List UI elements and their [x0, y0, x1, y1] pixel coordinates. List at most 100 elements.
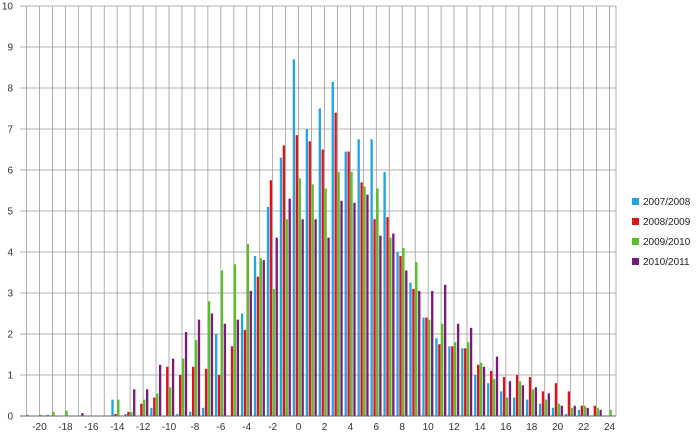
- bar-2008-2009-x-7: [204, 368, 208, 416]
- bar-2007-2008-x22: [577, 409, 581, 416]
- bar-2007-2008-x16: [500, 391, 503, 416]
- bar-2008-2009-x16: [502, 377, 506, 416]
- bar-2009-2010-x12: [454, 342, 457, 416]
- y-tick-label: 6: [7, 166, 13, 177]
- bar-2008-2009-x1: [308, 141, 311, 417]
- bar-2009-2010-x-13: [130, 411, 133, 416]
- bar-2010-2011-x8: [405, 270, 408, 416]
- bar-2010-2011-x-5: [236, 319, 240, 416]
- bar-2007-2008-x6: [370, 139, 373, 416]
- bar-2008-2009-x15: [490, 370, 493, 416]
- bar-2008-2009-x-3: [256, 276, 260, 416]
- x-tick-label: 24: [604, 422, 616, 433]
- bar-2007-2008-x14: [474, 375, 477, 416]
- bar-2007-2008-x-6: [215, 334, 218, 416]
- y-tick-label: 8: [7, 84, 13, 95]
- bar-2010-2011-x1: [314, 219, 317, 416]
- bar-2010-2011-x12: [456, 323, 460, 416]
- bar-2007-2008-x1: [305, 129, 309, 416]
- bar-2010-2011-x-13: [133, 389, 136, 416]
- legend-swatch: [632, 218, 639, 225]
- bar-2008-2009-x-11: [153, 397, 156, 416]
- bar-2007-2008-x13: [461, 348, 464, 416]
- bar-2010-2011-x11: [444, 284, 447, 416]
- bar-2009-2010-x11: [441, 323, 444, 416]
- x-tick-label: -12: [136, 422, 151, 433]
- bar-2008-2009-x23: [593, 405, 596, 416]
- bar-2008-2009-x21: [567, 391, 571, 416]
- bar-2008-2009-x3: [334, 112, 337, 416]
- bar-2008-2009-x0: [295, 135, 298, 416]
- bar-2008-2009-x19: [541, 391, 545, 416]
- y-tick-label: 1: [7, 371, 13, 382]
- x-tick-label: 20: [552, 422, 564, 433]
- bar-2010-2011-x22: [586, 407, 589, 416]
- x-tick-label: -8: [190, 422, 199, 433]
- x-tick-label: -18: [58, 422, 73, 433]
- bar-2010-2011-x-11: [158, 364, 162, 416]
- bar-2009-2010-x10: [428, 319, 431, 416]
- bar-2010-2011-x-1: [288, 198, 291, 416]
- bar-2010-2011-x9: [418, 290, 421, 416]
- bar-2008-2009-x6: [373, 219, 376, 416]
- bar-2007-2008-x-4: [240, 313, 244, 416]
- bar-2008-2009-x-5: [230, 346, 234, 416]
- bar-2008-2009-x13: [464, 348, 467, 416]
- bar-2008-2009-x2: [321, 149, 324, 416]
- bar-2010-2011-x-10: [171, 358, 175, 416]
- bar-2008-2009-x11: [438, 344, 441, 416]
- x-tick-label: 16: [500, 422, 512, 433]
- bar-2008-2009-x-6: [217, 375, 221, 416]
- bar-2008-2009-x-2: [269, 180, 273, 416]
- bar-2007-2008-x3: [331, 81, 334, 416]
- bar-2009-2010-x-18: [65, 410, 68, 416]
- x-tick-label: 8: [399, 422, 405, 433]
- bar-2007-2008-x19: [538, 403, 542, 416]
- bar-2010-2011-x-7: [210, 313, 214, 416]
- x-tick-label: 22: [578, 422, 590, 433]
- x-tick-label: -20: [32, 422, 47, 433]
- bar-2009-2010-x24: [609, 409, 612, 416]
- bar-2009-2010-x7: [389, 237, 392, 416]
- x-tick-label: 2: [322, 422, 328, 433]
- y-tick-label: 0: [7, 412, 13, 423]
- bar-2008-2009-x-12: [140, 403, 143, 416]
- bar-2010-2011-x16: [508, 381, 512, 416]
- bar-2007-2008-x-11: [150, 407, 153, 416]
- x-tick-label: 0: [296, 422, 302, 433]
- x-tick-label: -14: [110, 422, 125, 433]
- bar-2010-2011-x0: [301, 219, 304, 416]
- bar-2010-2011-x2: [327, 237, 330, 416]
- bar-2009-2010-x2: [324, 188, 327, 416]
- bar-2009-2010-x-4: [246, 243, 250, 416]
- bar-2010-2011-x6: [379, 235, 382, 416]
- bar-2010-2011-x13: [469, 327, 473, 416]
- y-tick-label: 9: [7, 43, 13, 54]
- bar-2007-2008-x0: [292, 59, 296, 417]
- bar-2009-2010-x4: [350, 172, 353, 416]
- bar-2008-2009-x4: [347, 151, 350, 417]
- bar-2008-2009-x-4: [243, 329, 247, 416]
- x-tick-label: 10: [423, 422, 435, 433]
- bar-2010-2011-x-9: [184, 331, 188, 416]
- x-tick-label: -2: [268, 422, 277, 433]
- bar-2009-2010-x15: [492, 379, 496, 416]
- bar-2009-2010-x16: [505, 397, 509, 416]
- y-tick-label: 4: [7, 248, 13, 259]
- bar-2009-2010-x-2: [272, 288, 275, 416]
- bar-2010-2011-x-4: [249, 290, 252, 416]
- bar-2008-2009-x-10: [166, 366, 169, 416]
- bar-2007-2008-x17: [513, 397, 516, 416]
- bar-2007-2008-x-7: [202, 407, 205, 416]
- legend-label: 2009/2010: [643, 237, 691, 248]
- x-tick-label: 12: [448, 422, 460, 433]
- bar-2008-2009-x7: [386, 217, 389, 416]
- bar-2009-2010-x18: [531, 389, 535, 416]
- legend-swatch: [632, 198, 639, 205]
- bar-2008-2009-x-13: [127, 411, 130, 416]
- bar-2009-2010-x8: [402, 247, 405, 416]
- bar-2009-2010-x-7: [207, 301, 211, 416]
- x-tick-label: -16: [84, 422, 99, 433]
- bar-2007-2008-x20: [551, 407, 555, 416]
- bar-2010-2011-x18: [534, 387, 538, 416]
